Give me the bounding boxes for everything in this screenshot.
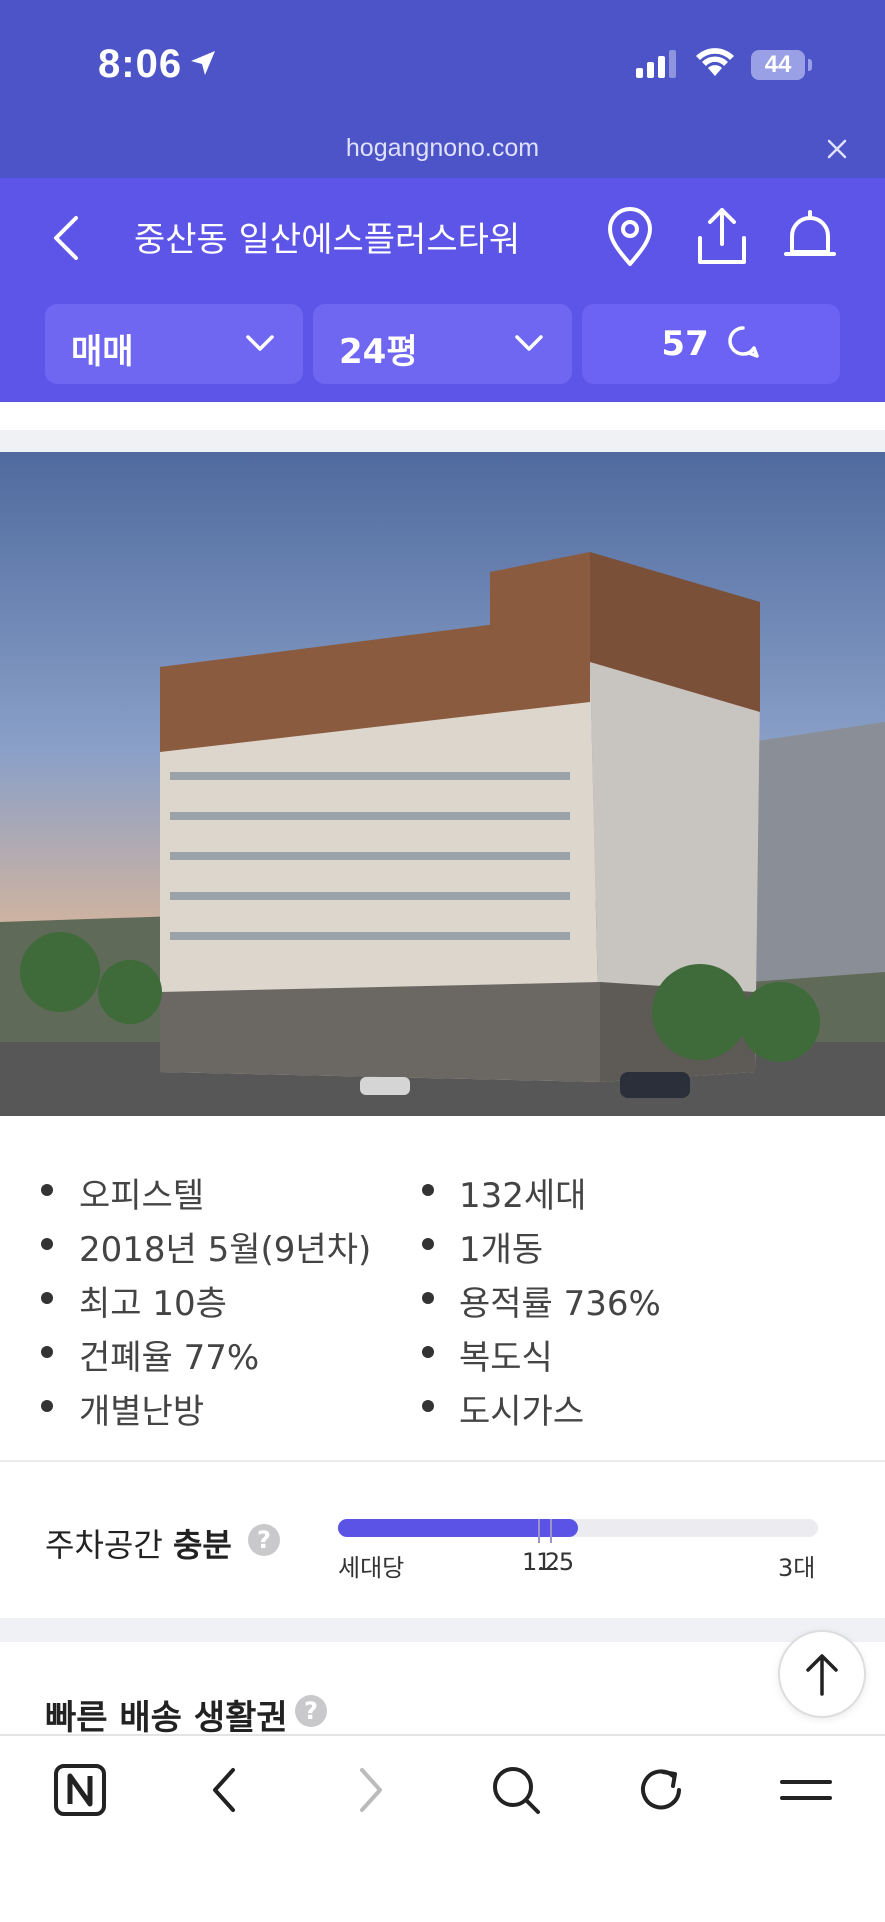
page-title: 중산동 일산에스플러스타워 — [134, 220, 521, 260]
info-coverage: 건폐율 77% — [79, 1338, 260, 1378]
parking-label: 주차공간 충분 — [45, 1520, 232, 1566]
map-pin-icon[interactable] — [600, 204, 660, 270]
size-dropdown[interactable]: 24평 — [313, 304, 572, 384]
share-icon[interactable] — [692, 204, 752, 270]
help-icon[interactable]: ? — [295, 1695, 327, 1727]
signal-icon — [636, 50, 676, 78]
parking-status: 충분 — [172, 1526, 232, 1564]
bullet — [41, 1346, 53, 1358]
parking-axis-start-label: 세대당 — [338, 1554, 405, 1582]
info-built: 2018년 5월(9년차) — [79, 1230, 372, 1270]
info-far: 용적률 736% — [459, 1284, 661, 1324]
parking-value-tick — [550, 1519, 552, 1543]
comments-content: 57 — [582, 324, 840, 364]
bullet — [41, 1184, 53, 1196]
bullet — [422, 1184, 434, 1196]
back-icon[interactable] — [46, 210, 86, 266]
comments-button[interactable]: 57 — [582, 304, 840, 384]
trade-type-dropdown[interactable]: 매매 — [45, 304, 303, 384]
info-households: 132세대 — [459, 1176, 587, 1216]
help-icon[interactable]: ? — [248, 1524, 280, 1556]
close-icon[interactable] — [826, 138, 848, 160]
section-divider — [0, 1618, 885, 1642]
refresh-icon[interactable] — [631, 1760, 691, 1820]
bullet — [422, 1400, 434, 1412]
bullet — [41, 1238, 53, 1250]
info-floors: 최고 10층 — [79, 1284, 227, 1324]
bell-icon[interactable] — [780, 206, 840, 270]
clock: 8:06 — [98, 42, 183, 86]
naver-icon[interactable] — [50, 1760, 110, 1820]
wifi-icon — [696, 48, 734, 76]
size-label: 24평 — [339, 332, 418, 372]
arrow-up-icon — [806, 1654, 838, 1696]
search-icon[interactable] — [486, 1760, 546, 1820]
parking-max-label: 3대 — [778, 1554, 816, 1582]
forward-icon[interactable] — [340, 1760, 400, 1820]
parking-label-prefix: 주차공간 — [45, 1526, 173, 1564]
parking-bar-fill — [338, 1519, 578, 1537]
scroll-top-button[interactable] — [778, 1630, 866, 1718]
back-icon[interactable] — [195, 1760, 255, 1820]
parking-marker-tick — [538, 1519, 540, 1543]
url-text[interactable]: hogangnono.com — [0, 134, 885, 163]
info-corridor: 복도식 — [459, 1338, 553, 1378]
comment-icon — [727, 326, 759, 358]
browser-toolbar — [0, 1734, 885, 1922]
bullet — [422, 1238, 434, 1250]
bullet — [422, 1346, 434, 1358]
location-arrow-icon — [191, 51, 215, 75]
chevron-down-icon — [246, 335, 274, 351]
menu-icon[interactable] — [776, 1760, 836, 1820]
building-photo[interactable] — [0, 452, 885, 1116]
parking-value-label: 1.5 — [536, 1548, 575, 1576]
chevron-down-icon — [515, 335, 543, 351]
divider — [0, 1460, 885, 1462]
trade-type-label: 매매 — [71, 332, 134, 372]
info-gas: 도시가스 — [459, 1392, 585, 1432]
bullet — [41, 1292, 53, 1304]
section-divider — [0, 430, 885, 452]
bullet — [422, 1292, 434, 1304]
info-buildings: 1개동 — [459, 1230, 544, 1270]
battery-level: 44 — [764, 51, 792, 78]
battery-tip — [808, 59, 812, 71]
info-heating: 개별난방 — [79, 1392, 205, 1432]
comment-count: 57 — [661, 324, 709, 364]
header-spacer — [0, 402, 885, 432]
bullet — [41, 1400, 53, 1412]
info-type: 오피스텔 — [79, 1176, 205, 1216]
delivery-title: 빠른 배송 생활권 — [45, 1698, 288, 1738]
